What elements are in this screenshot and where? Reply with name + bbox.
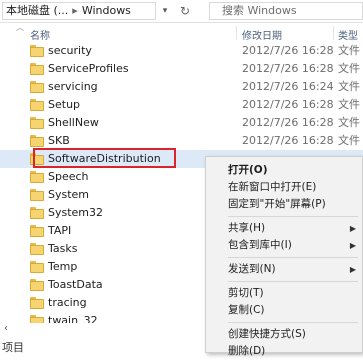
folder-icon	[30, 81, 44, 93]
folder-icon	[30, 189, 44, 201]
menu-item-share[interactable]: 共享(H) ▶	[206, 220, 362, 237]
folder-icon	[30, 99, 44, 111]
folder-icon	[30, 171, 44, 183]
item-type: 文件	[338, 62, 360, 75]
column-type[interactable]: 类型	[338, 27, 358, 42]
folder-icon	[30, 207, 44, 219]
item-name: ToastData	[48, 278, 103, 291]
chevron-right-icon: ▶	[349, 241, 356, 250]
item-name: Setup	[48, 98, 81, 111]
item-name: TAPI	[48, 224, 72, 237]
folder-icon	[30, 45, 44, 57]
menu-separator	[228, 322, 358, 323]
list-item[interactable]: servicing 2012/7/26 16:24 文件	[0, 78, 363, 96]
item-name: ServiceProfiles	[48, 62, 129, 75]
column-header: ︿ 名称 修改日期 类型	[0, 23, 363, 42]
item-name: security	[48, 44, 92, 57]
column-name[interactable]: 名称	[30, 27, 50, 42]
item-name: Speech	[48, 170, 89, 183]
menu-separator	[228, 257, 358, 258]
item-name: System32	[48, 206, 104, 219]
item-name: System	[48, 188, 90, 201]
chevron-right-icon: ▶	[349, 224, 356, 233]
menu-item-include-library[interactable]: 包含到库中(I) ▶	[206, 237, 362, 254]
chevron-right-icon: ▶	[349, 265, 356, 274]
menu-item-create-shortcut[interactable]: 创建快捷方式(S)	[206, 326, 362, 343]
item-type: 文件	[338, 134, 360, 147]
search-placeholder: 搜索 Windows	[222, 4, 297, 17]
list-item[interactable]: security 2012/7/26 16:28 文件	[0, 42, 363, 60]
breadcrumb[interactable]: 本地磁盘 (... ▸ Windows	[2, 2, 156, 20]
menu-item-cut[interactable]: 剪切(T)	[206, 285, 362, 302]
item-name: Temp	[48, 260, 78, 273]
scroll-left-icon[interactable]: ‹	[4, 323, 8, 334]
column-date[interactable]: 修改日期	[242, 27, 282, 42]
item-type: 文件	[338, 116, 360, 129]
item-date: 2012/7/26 16:28	[242, 116, 334, 129]
menu-item-open-new-window[interactable]: 在新窗口中打开(E)	[206, 179, 362, 196]
menu-item-send-to[interactable]: 发送到(N) ▶	[206, 261, 362, 278]
folder-icon	[30, 135, 44, 147]
menu-item-delete[interactable]: 删除(D)	[206, 343, 362, 360]
breadcrumb-folder[interactable]: Windows	[82, 4, 131, 17]
item-name: servicing	[48, 80, 98, 93]
refresh-icon[interactable]: ↻	[176, 2, 194, 20]
item-date: 2012/7/26 16:24	[242, 80, 334, 93]
item-name: tracing	[48, 296, 87, 309]
item-type: 文件	[338, 80, 360, 93]
folder-icon	[30, 225, 44, 237]
menu-separator	[228, 216, 358, 217]
list-item[interactable]: ShellNew 2012/7/26 16:28 文件	[0, 114, 363, 132]
item-date: 2012/7/26 16:28	[242, 62, 334, 75]
menu-item-copy[interactable]: 复制(C)	[206, 302, 362, 319]
highlight-box	[33, 148, 176, 168]
folder-icon	[30, 117, 44, 129]
sort-ascending-icon: ︿	[16, 23, 24, 32]
item-name: Tasks	[48, 242, 78, 255]
context-menu: 打开(O) 在新窗口中打开(E) 固定到"开始"屏幕(P) 共享(H) ▶ 包含到…	[205, 156, 363, 357]
folder-icon	[30, 243, 44, 255]
column-divider[interactable]	[236, 26, 237, 40]
item-date: 2012/7/26 16:28	[242, 134, 334, 147]
item-date: 2012/7/26 16:28	[242, 98, 334, 111]
list-item[interactable]: ServiceProfiles 2012/7/26 16:28 文件	[0, 60, 363, 78]
address-bar: 本地磁盘 (... ▸ Windows ▾ ↻ 搜索 Windows	[0, 0, 363, 23]
item-type: 文件	[338, 44, 360, 57]
menu-separator	[228, 281, 358, 282]
breadcrumb-drive[interactable]: 本地磁盘 (...	[6, 4, 68, 17]
item-type: 文件	[338, 98, 360, 111]
item-date: 2012/7/26 16:28	[242, 44, 334, 57]
breadcrumb-separator: ▸	[72, 4, 78, 17]
history-dropdown-icon[interactable]: ▾	[158, 2, 172, 20]
folder-icon	[30, 297, 44, 309]
folder-icon	[30, 279, 44, 291]
search-input[interactable]: 搜索 Windows	[209, 2, 363, 20]
item-name: ShellNew	[48, 116, 99, 129]
list-item[interactable]: Setup 2012/7/26 16:28 文件	[0, 96, 363, 114]
menu-item-pin-start[interactable]: 固定到"开始"屏幕(P)	[206, 196, 362, 213]
column-divider[interactable]	[333, 26, 334, 40]
item-name: SKB	[48, 134, 70, 147]
folder-icon	[30, 63, 44, 75]
menu-item-open[interactable]: 打开(O)	[206, 162, 362, 179]
folder-icon	[30, 261, 44, 273]
